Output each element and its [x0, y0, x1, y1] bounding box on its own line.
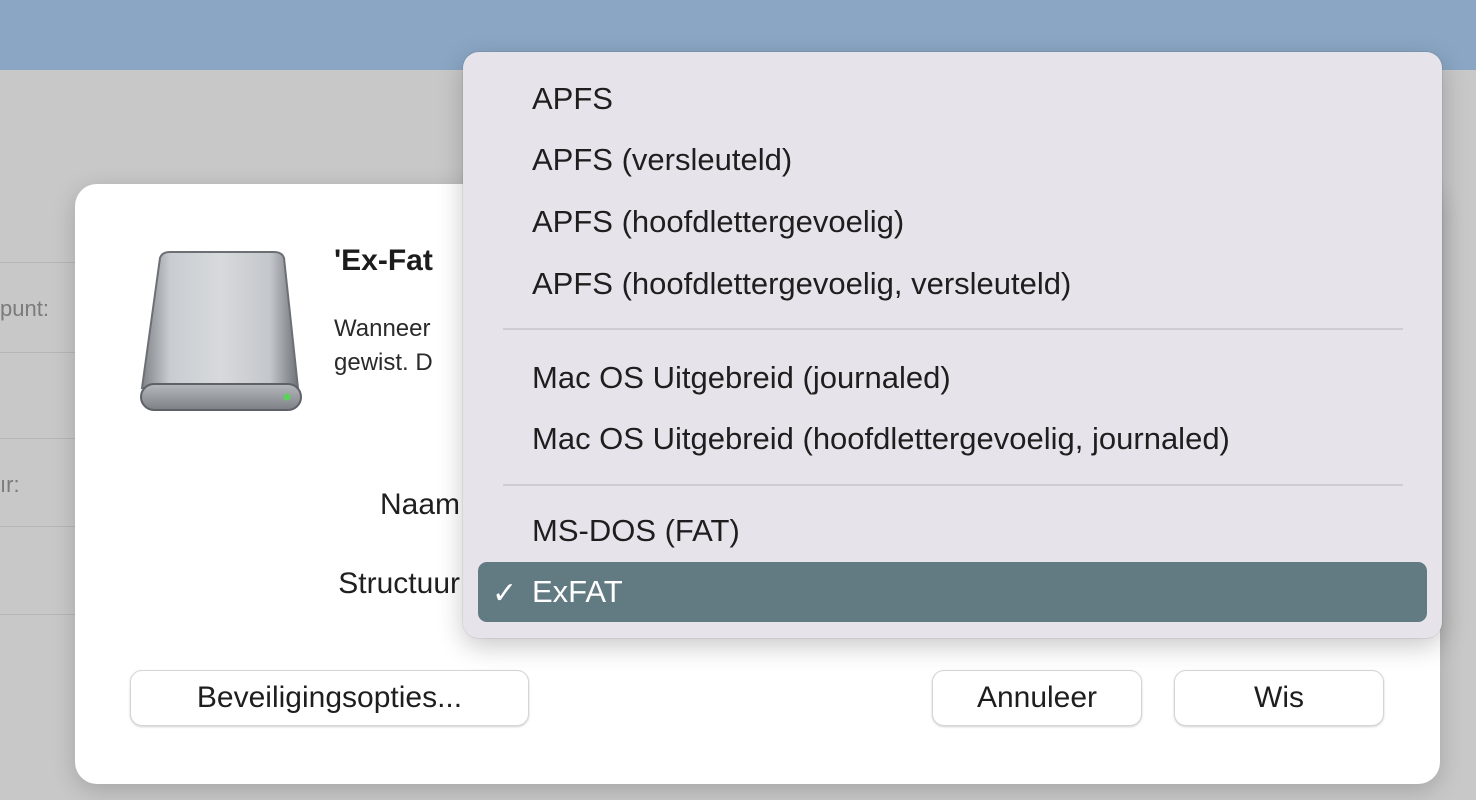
dialog-title: 'Ex-Fat [334, 244, 433, 277]
menu-item-mac-os-extended-journaled[interactable]: Mac OS Uitgebreid (journaled) [478, 348, 1427, 408]
menu-separator [503, 328, 1403, 330]
structure-label: Structuur [338, 567, 460, 600]
background-label-mountpoint: punt: [0, 296, 49, 321]
dialog-description-line: Wanneer [334, 315, 431, 342]
menu-item-apfs[interactable]: APFS [478, 69, 1427, 129]
menu-item-apfs-case-sensitive[interactable]: APFS (hoofdlettergevoelig) [478, 192, 1427, 252]
background-label: ır: [0, 472, 20, 497]
erase-button[interactable]: Wis [1174, 670, 1384, 726]
background-divider [0, 526, 80, 527]
format-popup-menu: APFS APFS (versleuteld) APFS (hoofdlette… [463, 52, 1442, 638]
external-drive-icon [140, 251, 302, 411]
background-divider [0, 262, 80, 263]
background-divider [0, 352, 80, 353]
menu-item-apfs-encrypted[interactable]: APFS (versleuteld) [478, 130, 1427, 190]
background-divider [0, 438, 80, 439]
menu-item-apfs-case-sensitive-encrypted[interactable]: APFS (hoofdlettergevoelig, versleuteld) [478, 254, 1427, 314]
cancel-button[interactable]: Annuleer [932, 670, 1142, 726]
checkmark-icon: ✓ [492, 577, 518, 610]
security-options-button[interactable]: Beveiligingsopties... [130, 670, 529, 726]
menu-item-ms-dos-fat[interactable]: MS-DOS (FAT) [478, 501, 1427, 561]
menu-item-mac-os-extended-case-sensitive-journaled[interactable]: Mac OS Uitgebreid (hoofdlettergevoelig, … [478, 409, 1427, 469]
name-label: Naam [379, 488, 460, 521]
dialog-description: Wanneer gewist. D [334, 312, 464, 380]
menu-item-label: ExFAT [532, 574, 623, 609]
background-divider [0, 614, 80, 615]
dialog-description-line: gewist. D [334, 349, 433, 376]
menu-item-exfat[interactable]: ✓ ExFAT [478, 562, 1427, 622]
menu-separator [503, 484, 1403, 486]
